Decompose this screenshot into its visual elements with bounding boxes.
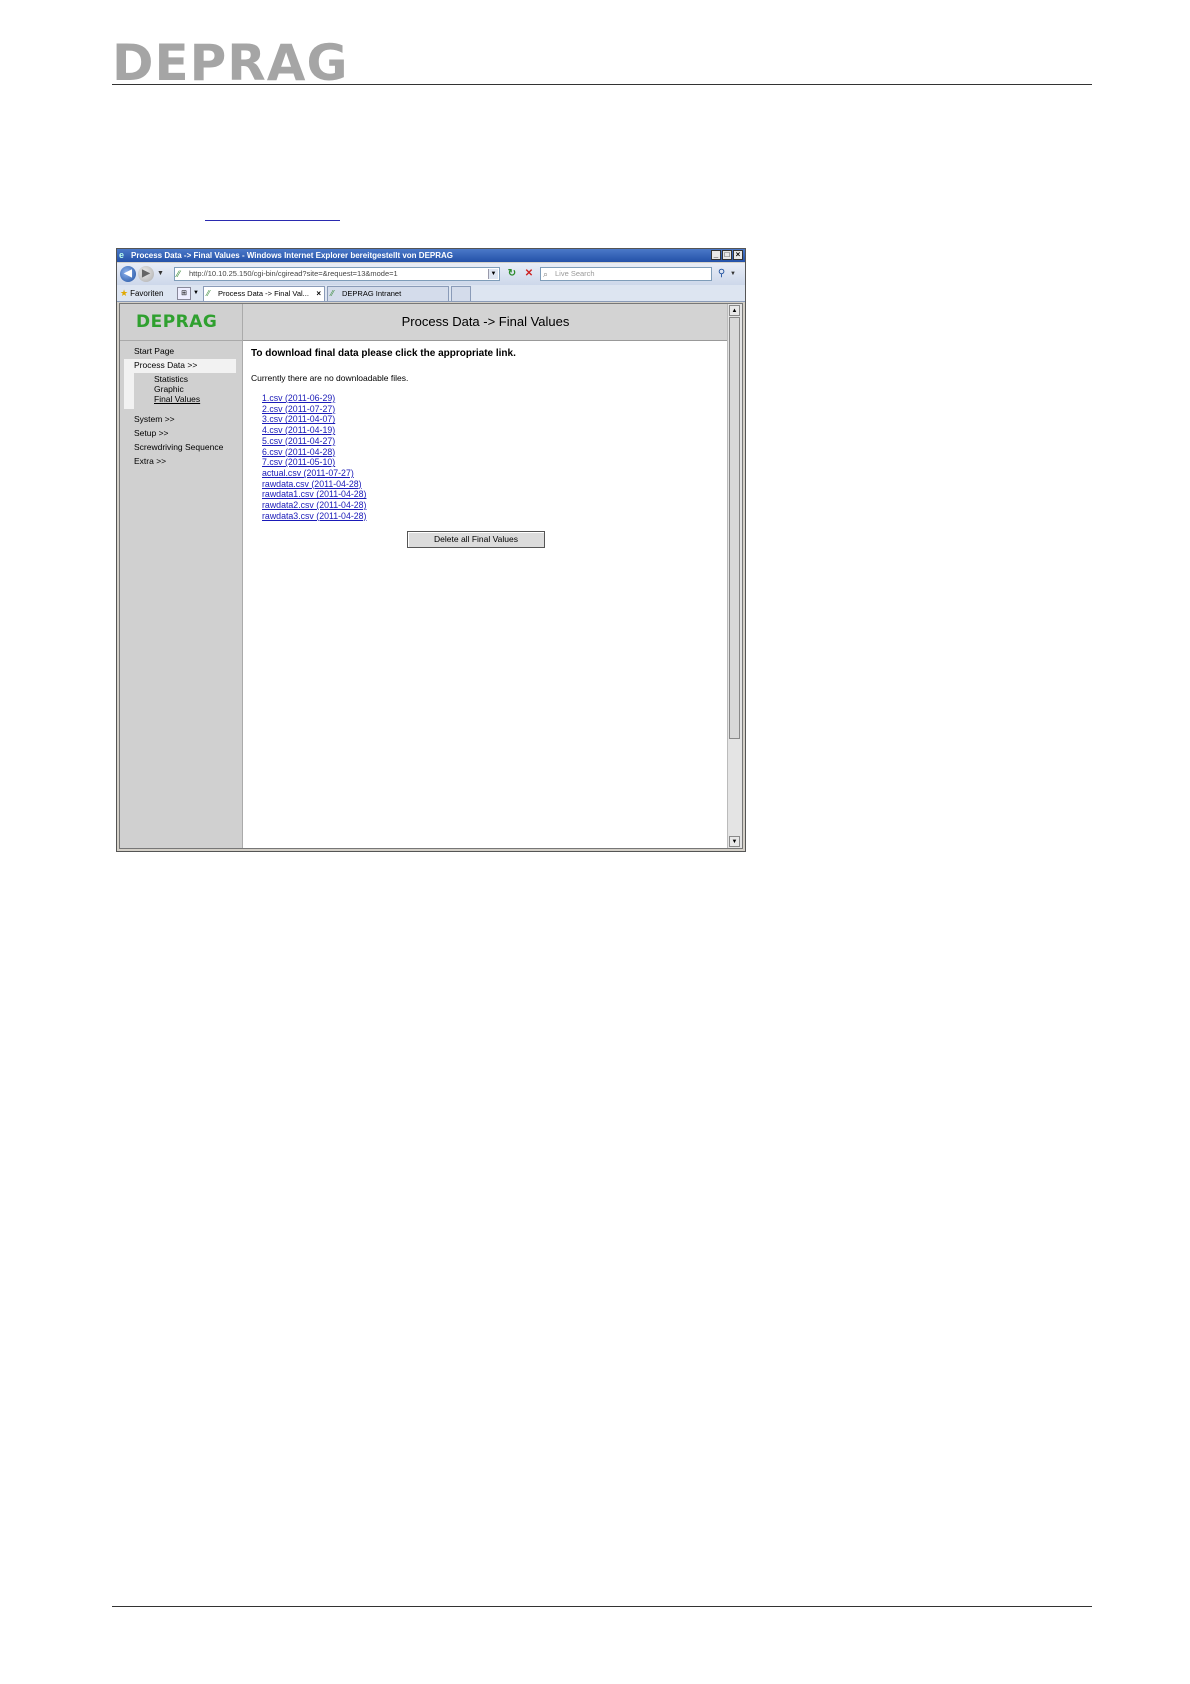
sidebar-item-process-data[interactable]: Process Data >> [134,360,197,370]
deprag-logo: DEPRAG [136,312,218,332]
search-input[interactable]: ⌕ Live Search [540,267,712,281]
search-icon[interactable]: ⚲ [715,267,728,281]
sidebar-logo-area: DEPRAG [120,304,242,341]
close-button[interactable]: × [733,250,743,260]
file-link[interactable]: 3.csv (2011-04-07) [262,414,366,425]
sidebar-item-statistics[interactable]: Statistics [154,374,188,384]
back-arrow-icon[interactable]: ◀ [120,266,136,282]
file-link[interactable]: 1.csv (2011-06-29) [262,393,366,404]
maximize-button[interactable]: □ [722,250,732,260]
page-title: Process Data -> Final Values [243,304,728,341]
navigation-bar: ◀ ▶ ▼ ⁄⁄ http://10.10.25.150/cgi-bin/cgi… [117,263,745,285]
page-icon: ⁄⁄ [207,289,210,298]
document-link[interactable] [205,220,340,221]
tab-list-dropdown-icon[interactable]: ▼ [193,287,199,299]
favorites-label: Favoriten [130,289,164,298]
star-icon: ★ [120,288,129,298]
file-link[interactable]: actual.csv (2011-07-27) [262,468,366,479]
file-link[interactable]: rawdata2.csv (2011-04-28) [262,500,366,511]
sidebar-item-start-page[interactable]: Start Page [134,346,174,356]
ie-icon: e [119,250,125,260]
footer-rule [112,1606,1092,1607]
history-dropdown-icon[interactable]: ▼ [157,270,164,277]
file-link[interactable]: 6.csv (2011-04-28) [262,447,366,458]
file-link[interactable]: rawdata1.csv (2011-04-28) [262,489,366,500]
address-bar[interactable]: ⁄⁄ http://10.10.25.150/cgi-bin/cgiread?s… [174,267,500,281]
sidebar-item-setup[interactable]: Setup >> [134,428,169,438]
file-list: 1.csv (2011-06-29) 2.csv (2011-07-27) 3.cs… [262,393,366,521]
download-instruction: To download final data please click the … [251,348,516,359]
sidebar-item-extra[interactable]: Extra >> [134,456,166,466]
tab-label: DEPRAG Intranet [342,289,402,298]
tab-label: Process Data -> Final Val... [218,289,309,298]
scroll-thumb[interactable] [729,317,740,739]
file-link[interactable]: 2.csv (2011-07-27) [262,404,366,415]
scroll-down-arrow-icon[interactable]: ▼ [729,836,740,847]
title-bar: e Process Data -> Final Values - Windows… [117,249,745,262]
minimize-button[interactable]: _ [711,250,721,260]
quick-tabs-icon[interactable]: ⊞ [177,287,191,300]
file-link[interactable]: 4.csv (2011-04-19) [262,425,366,436]
window-controls: _ □ × [711,250,743,260]
scroll-up-arrow-icon[interactable]: ▲ [729,305,740,316]
vertical-scrollbar[interactable]: ▲ ▼ [727,304,742,848]
deprag-logo: DEPRAG [112,34,349,92]
sidebar-item-graphic[interactable]: Graphic [154,384,184,394]
favorites-button[interactable]: ★ Favoriten [120,285,163,301]
new-tab-button[interactable] [451,286,471,301]
main-panel: Process Data -> Final Values To download… [243,304,728,848]
file-link[interactable]: 5.csv (2011-04-27) [262,436,366,447]
search-options-icon[interactable]: ▼ [729,267,737,281]
header-rule [112,84,1092,85]
page-icon: ⁄⁄ [177,269,181,279]
file-link[interactable]: rawdata3.csv (2011-04-28) [262,511,366,522]
window-title: Process Data -> Final Values - Windows I… [131,251,454,260]
sidebar: DEPRAG Start Page Process Data >> Statis… [120,304,243,848]
submenu-indent [124,373,134,409]
sidebar-item-screwdriving-sequence[interactable]: Screwdriving Sequence [134,442,223,452]
file-link[interactable]: 7.csv (2011-05-10) [262,457,366,468]
tab-deprag-intranet[interactable]: ⁄⁄ DEPRAG Intranet [327,286,449,301]
tab-process-data[interactable]: ⁄⁄ Process Data -> Final Val... × [203,286,325,301]
file-link[interactable]: rawdata.csv (2011-04-28) [262,479,366,490]
page-icon: ⁄⁄ [331,289,334,298]
no-files-note: Currently there are no downloadable file… [251,373,409,383]
address-dropdown-icon[interactable]: ▼ [488,269,498,279]
stop-icon[interactable]: ✕ [522,267,536,281]
sidebar-item-system[interactable]: System >> [134,414,175,424]
address-text: http://10.10.25.150/cgi-bin/cgiread?site… [189,269,398,278]
close-tab-icon[interactable]: × [316,287,321,301]
search-placeholder: Live Search [555,269,595,278]
refresh-icon[interactable]: ↻ [505,267,519,281]
page-content: DEPRAG Start Page Process Data >> Statis… [119,303,743,849]
sidebar-item-final-values[interactable]: Final Values [154,394,200,404]
browser-window: e Process Data -> Final Values - Windows… [116,248,746,852]
delete-all-final-values-button[interactable]: Delete all Final Values [407,531,545,548]
live-search-icon: ⌕ [543,269,549,279]
tab-bar: ★ Favoriten ⊞ ▼ ⁄⁄ Process Data -> Final … [117,285,745,302]
forward-arrow-icon[interactable]: ▶ [138,266,154,282]
